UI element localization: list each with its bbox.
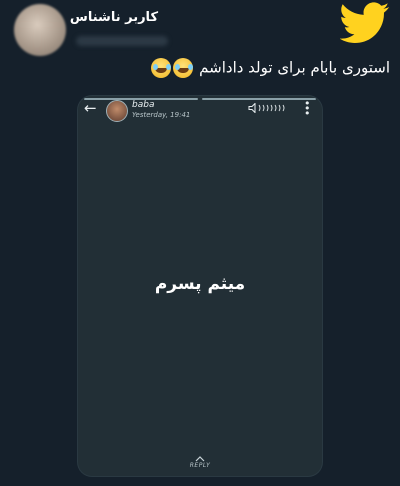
story-timestamp: Yesterday, 19:41 (132, 111, 191, 119)
story-contact-name: baba (132, 100, 155, 110)
story-screenshot[interactable]: ← baba Yesterday, 19:41 • • • میثم پسرم RE… (78, 96, 322, 476)
story-contact-avatar (106, 100, 128, 122)
twitter-bird-icon (340, 2, 390, 43)
story-progress-segment (202, 98, 316, 100)
more-options-icon[interactable]: • • • (304, 98, 311, 119)
tweet-username[interactable]: کاربر ناشناس (70, 10, 158, 25)
back-arrow-icon[interactable]: ← (84, 100, 100, 116)
laughing-emoji-icon (173, 58, 194, 78)
tweet-handle-blurred (76, 36, 168, 46)
tweet-body: استوری بابام برای تولد داداشم (116, 58, 390, 78)
reply-button[interactable]: REPLY (78, 462, 322, 469)
profile-avatar[interactable] (14, 4, 66, 56)
tweet-text: استوری بابام برای تولد داداشم (199, 58, 390, 77)
speaker-icon[interactable] (248, 103, 292, 113)
laughing-emoji-icon (151, 58, 172, 78)
story-message: میثم پسرم (154, 274, 246, 294)
